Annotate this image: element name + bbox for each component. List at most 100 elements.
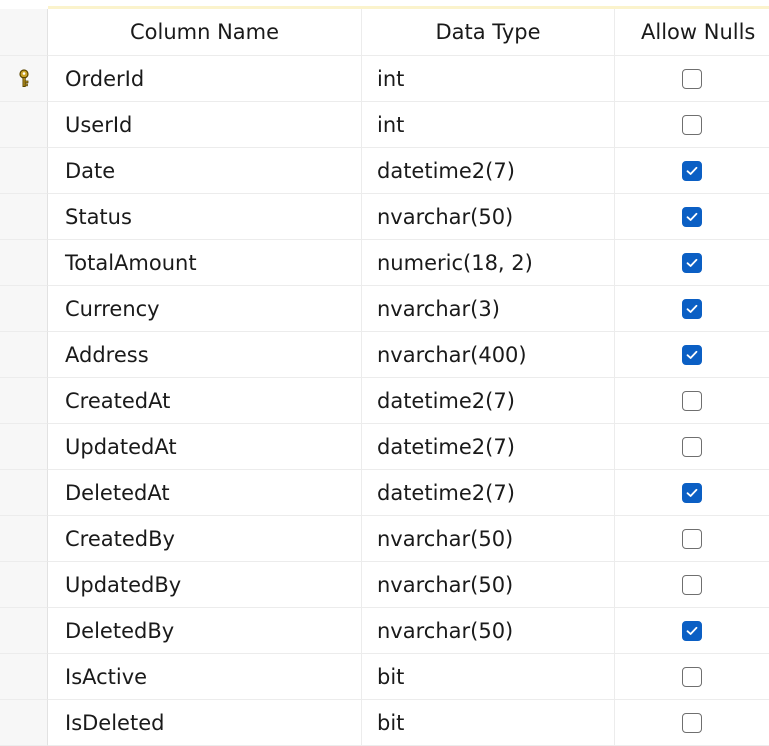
column-name-cell[interactable]: IsDeleted [48,700,362,746]
table-row-deletedby[interactable]: DeletedBy nvarchar(50) [0,608,769,654]
row-selector[interactable] [0,470,48,516]
allow-nulls-cell [615,194,769,240]
allow-nulls-checkbox[interactable] [682,482,702,503]
allow-nulls-checkbox[interactable] [682,712,702,733]
table-row-orderid[interactable]: OrderId int [0,56,769,102]
allow-nulls-checkbox[interactable] [682,114,702,135]
row-selector[interactable] [0,56,48,102]
allow-nulls-cell [615,332,769,378]
table-row-date[interactable]: Date datetime2(7) [0,148,769,194]
column-name-cell[interactable]: Date [48,148,362,194]
allow-nulls-checkbox[interactable] [682,528,702,549]
data-type-cell[interactable]: datetime2(7) [362,378,615,424]
table-row-address[interactable]: Address nvarchar(400) [0,332,769,378]
column-name-header[interactable]: Column Name [48,9,362,56]
allow-nulls-checkbox[interactable] [682,252,702,273]
row-selector-header[interactable] [0,9,48,56]
grid-body: OrderId int UserId int Date datetime2(7)… [0,56,769,746]
allow-nulls-cell [615,378,769,424]
data-type-cell[interactable]: int [362,56,615,102]
column-name-cell[interactable]: CreatedBy [48,516,362,562]
data-type-cell[interactable]: nvarchar(3) [362,286,615,332]
column-name-cell[interactable]: Status [48,194,362,240]
table-row-isactive[interactable]: IsActive bit [0,654,769,700]
allow-nulls-checkbox[interactable] [682,666,702,687]
checkmark-icon [686,166,698,175]
allow-nulls-cell [615,102,769,148]
allow-nulls-cell [615,516,769,562]
allow-nulls-checkbox[interactable] [682,68,702,89]
row-selector[interactable] [0,562,48,608]
table-row-status[interactable]: Status nvarchar(50) [0,194,769,240]
row-selector[interactable] [0,378,48,424]
allow-nulls-checkbox[interactable] [682,390,702,411]
column-name-cell[interactable]: UpdatedAt [48,424,362,470]
table-row-deletedat[interactable]: DeletedAt datetime2(7) [0,470,769,516]
row-selector[interactable] [0,424,48,470]
table-row-createdat[interactable]: CreatedAt datetime2(7) [0,378,769,424]
data-type-cell[interactable]: datetime2(7) [362,424,615,470]
row-selector[interactable] [0,148,48,194]
data-type-cell[interactable]: datetime2(7) [362,148,615,194]
row-selector[interactable] [0,240,48,286]
allow-nulls-cell [615,240,769,286]
allow-nulls-cell [615,608,769,654]
allow-nulls-checkbox[interactable] [682,206,702,227]
grid-header-row: Column Name Data Type Allow Nulls [0,9,769,56]
checkmark-icon [686,626,698,635]
data-type-cell[interactable]: nvarchar(50) [362,516,615,562]
column-name-cell[interactable]: CreatedAt [48,378,362,424]
column-name-cell[interactable]: Currency [48,286,362,332]
row-selector[interactable] [0,332,48,378]
row-selector[interactable] [0,102,48,148]
checkmark-icon [686,350,698,359]
column-name-cell[interactable]: OrderId [48,56,362,102]
data-type-cell[interactable]: datetime2(7) [362,470,615,516]
row-selector[interactable] [0,286,48,332]
table-row-createdby[interactable]: CreatedBy nvarchar(50) [0,516,769,562]
table-row-isdeleted[interactable]: IsDeleted bit [0,700,769,746]
checkmark-icon [686,304,698,313]
column-name-cell[interactable]: TotalAmount [48,240,362,286]
data-type-cell[interactable]: bit [362,654,615,700]
data-type-cell[interactable]: numeric(18, 2) [362,240,615,286]
allow-nulls-checkbox[interactable] [682,620,702,641]
column-name-cell[interactable]: UpdatedBy [48,562,362,608]
data-type-cell[interactable]: nvarchar(50) [362,608,615,654]
table-row-userid[interactable]: UserId int [0,102,769,148]
checkmark-icon [686,488,698,497]
allow-nulls-checkbox[interactable] [682,344,702,365]
key-icon [18,68,30,89]
row-selector[interactable] [0,194,48,240]
checkmark-icon [686,212,698,221]
row-selector[interactable] [0,654,48,700]
allow-nulls-checkbox[interactable] [682,574,702,595]
allow-nulls-header[interactable]: Allow Nulls [615,9,769,56]
allow-nulls-checkbox[interactable] [682,298,702,319]
allow-nulls-cell [615,470,769,516]
column-name-cell[interactable]: UserId [48,102,362,148]
data-type-cell[interactable]: nvarchar(400) [362,332,615,378]
table-row-updatedby[interactable]: UpdatedBy nvarchar(50) [0,562,769,608]
data-type-cell[interactable]: bit [362,700,615,746]
column-name-cell[interactable]: DeletedAt [48,470,362,516]
column-name-cell[interactable]: IsActive [48,654,362,700]
table-design-grid: Column Name Data Type Allow Nulls OrderI… [0,9,769,746]
allow-nulls-cell [615,148,769,194]
column-name-cell[interactable]: Address [48,332,362,378]
table-row-updatedat[interactable]: UpdatedAt datetime2(7) [0,424,769,470]
table-row-currency[interactable]: Currency nvarchar(3) [0,286,769,332]
allow-nulls-cell [615,654,769,700]
row-selector[interactable] [0,608,48,654]
allow-nulls-checkbox[interactable] [682,436,702,457]
allow-nulls-checkbox[interactable] [682,160,702,181]
data-type-cell[interactable]: nvarchar(50) [362,562,615,608]
row-selector[interactable] [0,516,48,562]
allow-nulls-cell [615,56,769,102]
data-type-cell[interactable]: nvarchar(50) [362,194,615,240]
table-row-totalamount[interactable]: TotalAmount numeric(18, 2) [0,240,769,286]
data-type-cell[interactable]: int [362,102,615,148]
data-type-header[interactable]: Data Type [362,9,615,56]
column-name-cell[interactable]: DeletedBy [48,608,362,654]
row-selector[interactable] [0,700,48,746]
